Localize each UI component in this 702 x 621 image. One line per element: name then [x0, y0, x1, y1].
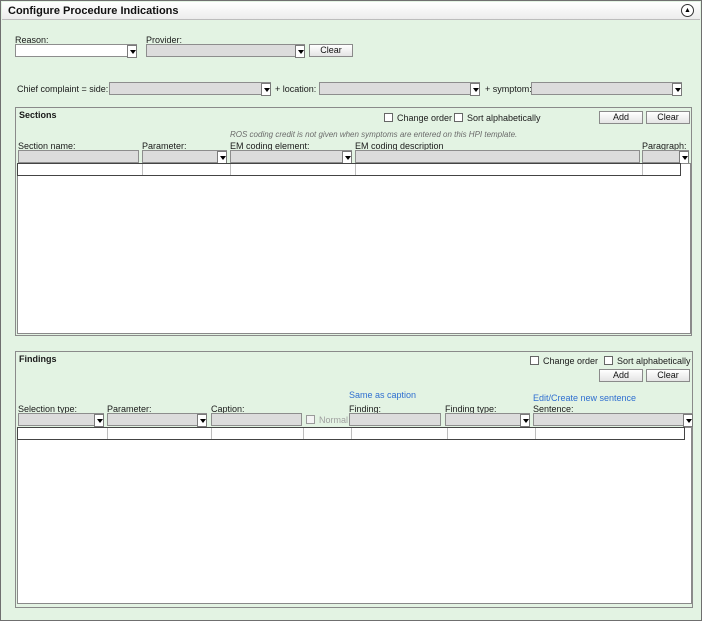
symptom-dropdown[interactable]: [531, 82, 682, 96]
sections-clear-button[interactable]: Clear: [646, 111, 690, 124]
findings-sort-alpha-label: Sort alphabetically: [617, 356, 691, 366]
chevron-down-icon[interactable]: [470, 83, 480, 96]
findings-clear-button[interactable]: Clear: [646, 369, 690, 382]
provider-dropdown[interactable]: [146, 44, 305, 58]
finding-type-dropdown[interactable]: [445, 413, 530, 427]
configure-procedure-indications-window: Configure Procedure Indications ▲ Reason…: [0, 0, 702, 621]
em-coding-description-input[interactable]: [355, 150, 640, 163]
findings-group: Findings Change order Sort alphabeticall…: [15, 351, 693, 608]
collapse-icon[interactable]: ▲: [681, 4, 694, 17]
em-coding-element-dropdown[interactable]: [230, 150, 352, 164]
title-bar: Configure Procedure Indications ▲: [2, 2, 700, 20]
location-dropdown[interactable]: [319, 82, 480, 96]
same-as-caption-link[interactable]: Same as caption: [349, 390, 416, 400]
findings-change-order-label: Change order: [543, 356, 599, 366]
sections-group: Sections Change order Sort alphabeticall…: [15, 107, 692, 336]
sentence-dropdown[interactable]: [533, 413, 693, 427]
findings-parameter-dropdown[interactable]: [107, 413, 207, 427]
caption-input[interactable]: [211, 413, 302, 426]
findings-sort-alpha-checkbox[interactable]: [604, 356, 613, 365]
chevron-down-icon[interactable]: [672, 83, 682, 96]
provider-clear-button[interactable]: Clear: [309, 44, 353, 57]
table-row[interactable]: [17, 163, 681, 176]
findings-title: Findings: [19, 354, 57, 364]
normal-checkbox[interactable]: [306, 415, 315, 424]
sections-add-button[interactable]: Add: [599, 111, 643, 124]
selection-type-dropdown[interactable]: [18, 413, 104, 427]
findings-grid[interactable]: [17, 427, 692, 604]
sections-sort-alpha-checkbox[interactable]: [454, 113, 463, 122]
chief-complaint-label: Chief complaint = side:: [17, 84, 109, 94]
chevron-down-icon[interactable]: [683, 414, 693, 427]
symptom-label: + symptom:: [485, 84, 532, 94]
section-name-input[interactable]: [18, 150, 139, 163]
sections-change-order-checkbox[interactable]: [384, 113, 393, 122]
findings-change-order-checkbox[interactable]: [530, 356, 539, 365]
normal-label: Normal: [319, 415, 349, 425]
sections-title: Sections: [19, 110, 57, 120]
paragraph-dropdown[interactable]: [642, 150, 689, 164]
table-row[interactable]: [17, 427, 685, 440]
side-dropdown[interactable]: [109, 82, 271, 96]
finding-input[interactable]: [349, 413, 441, 426]
location-label: + location:: [275, 84, 317, 94]
findings-add-button[interactable]: Add: [599, 369, 643, 382]
chevron-down-icon[interactable]: [520, 414, 530, 427]
chevron-down-icon[interactable]: [127, 45, 137, 58]
reason-dropdown[interactable]: [15, 44, 137, 58]
sections-grid[interactable]: [17, 163, 691, 334]
sections-sort-alpha-label: Sort alphabetically: [467, 113, 541, 123]
sections-change-order-label: Change order: [397, 113, 453, 123]
chevron-down-icon[interactable]: [197, 414, 207, 427]
chevron-down-icon[interactable]: [261, 83, 271, 96]
chevron-down-icon[interactable]: [295, 45, 305, 58]
window-title: Configure Procedure Indications: [8, 5, 179, 17]
edit-create-sentence-link[interactable]: Edit/Create new sentence: [533, 393, 636, 403]
ros-coding-note: ROS coding credit is not given when symp…: [230, 130, 518, 139]
section-parameter-dropdown[interactable]: [142, 150, 227, 164]
chevron-down-icon[interactable]: [94, 414, 104, 427]
